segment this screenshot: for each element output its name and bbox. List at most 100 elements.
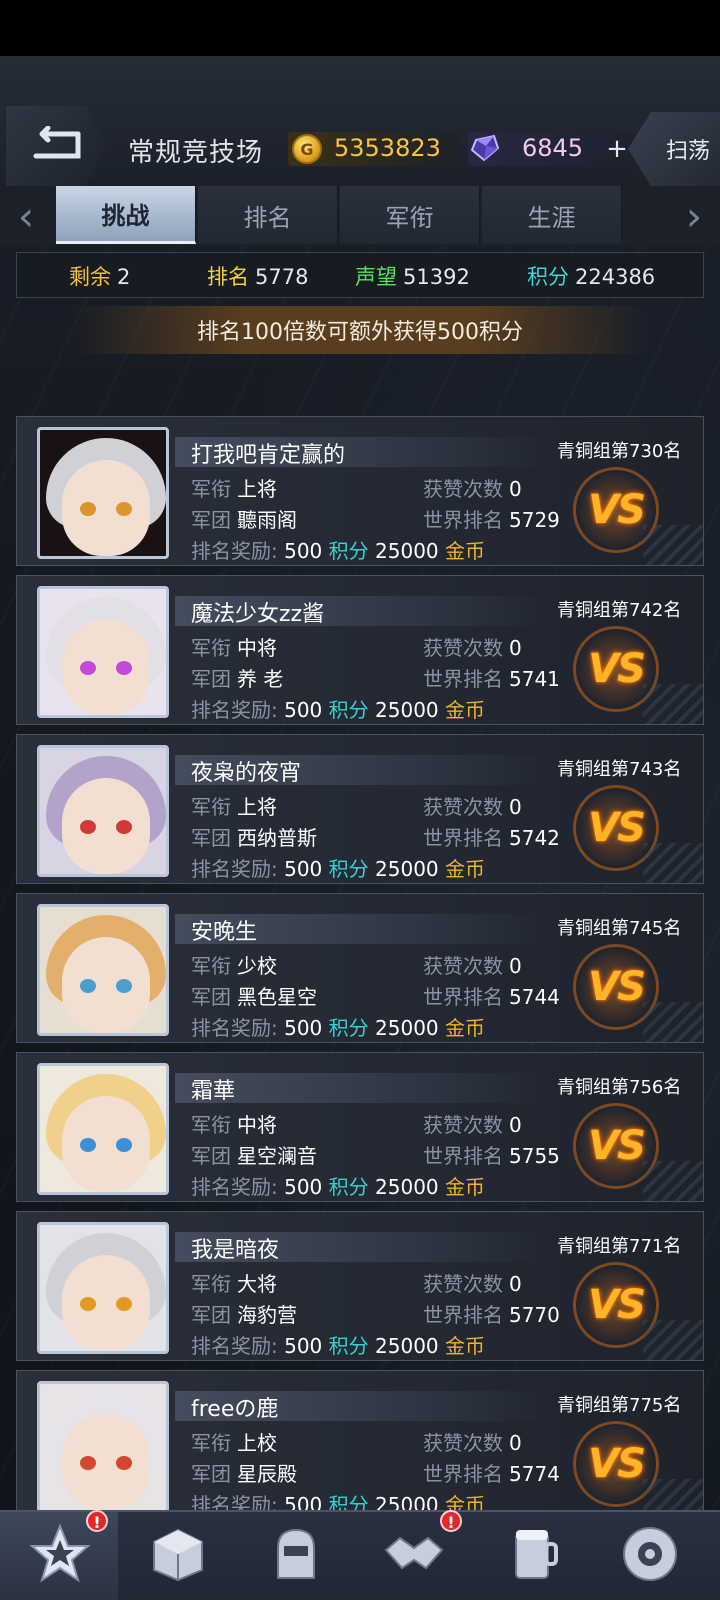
bar-icon bbox=[500, 1522, 564, 1586]
opponent-card[interactable]: 魔法少女zz酱 青铜组第742名 军衔 中将 军团养 老 获赞次数 0 世界排名 57… bbox=[16, 575, 704, 725]
reward-points-value: 500 bbox=[284, 1175, 323, 1199]
gem-value: 6845 bbox=[522, 134, 584, 162]
world-rank-value: 5741 bbox=[509, 667, 560, 691]
rank-title-value: 中将 bbox=[237, 1113, 277, 1137]
nav-shop[interactable]: 商城 bbox=[590, 1512, 708, 1600]
nav-base[interactable]: ! 基地 bbox=[0, 1510, 118, 1600]
nav-base-label: 基地 bbox=[0, 1596, 118, 1600]
rank-title-label: 军衔 bbox=[191, 636, 231, 660]
reward-label: 排名奖励: bbox=[191, 1493, 278, 1510]
reward-gold-value: 25000 bbox=[375, 1175, 439, 1199]
vs-label: VS bbox=[588, 964, 646, 1010]
reward-label: 排名奖励: bbox=[191, 1016, 278, 1040]
avatar[interactable] bbox=[37, 1222, 169, 1354]
vs-button[interactable]: VS bbox=[573, 1262, 659, 1348]
nav-warehouse[interactable]: 仓库 bbox=[118, 1512, 236, 1600]
rank-title-row: 军衔 上将 bbox=[191, 791, 277, 820]
likes-value: 0 bbox=[509, 954, 522, 978]
opponent-card[interactable]: 安晚生 青铜组第745名 军衔 少校 军团 黑色星空 获赞次数 0 世界排名 5744 … bbox=[16, 893, 704, 1043]
opponent-card[interactable]: 霜華 青铜组第756名 军衔 中将 军团 星空澜音 获赞次数 0 世界排名 5755 排… bbox=[16, 1052, 704, 1202]
rank-title-row: 军衔 中将 bbox=[191, 632, 277, 661]
vs-button[interactable]: VS bbox=[573, 944, 659, 1030]
world-rank-label: 世界排名 bbox=[423, 508, 503, 532]
avatar[interactable] bbox=[37, 745, 169, 877]
avatar-eye bbox=[80, 1456, 96, 1470]
tab-ranking[interactable]: 排名 bbox=[198, 186, 338, 244]
avatar[interactable] bbox=[37, 427, 169, 559]
likes-row: 获赞次数 0 bbox=[423, 1427, 522, 1456]
vs-button[interactable]: VS bbox=[573, 467, 659, 553]
opponent-name: 打我吧肯定赢的 bbox=[191, 443, 346, 468]
rank-title-label: 军衔 bbox=[191, 1431, 231, 1455]
bottom-nav: ! 基地 仓库 编队 ! 社交 吧台 bbox=[0, 1510, 720, 1600]
opponent-card[interactable]: freeの鹿 青铜组第775名 军衔 上校 军团 星辰殿 获赞次数 0 世界排名 577… bbox=[16, 1370, 704, 1510]
stats-bar: 剩余 2 排名 5778 声望 51392 积分 224386 bbox=[16, 252, 704, 298]
opponent-card[interactable]: 夜枭的夜宵 青铜组第743名 军衔 上将 军团 西纳普斯 获赞次数 0 世界排名 574… bbox=[16, 734, 704, 884]
nav-social[interactable]: ! 社交 bbox=[354, 1510, 472, 1600]
reward-label: 排名奖励: bbox=[191, 1334, 278, 1358]
legion-value: 星空澜音 bbox=[237, 1144, 317, 1168]
nav-social-label: 社交 bbox=[354, 1596, 472, 1600]
add-gems-button[interactable]: + bbox=[604, 136, 630, 162]
vs-label: VS bbox=[588, 1123, 646, 1169]
vs-button[interactable]: VS bbox=[573, 1421, 659, 1507]
reward-points-value: 500 bbox=[284, 857, 323, 881]
world-rank-label: 世界排名 bbox=[423, 985, 503, 1009]
vs-label: VS bbox=[588, 487, 646, 533]
base-icon bbox=[28, 1522, 92, 1586]
reward-gold-value: 25000 bbox=[375, 1334, 439, 1358]
avatar[interactable] bbox=[37, 1063, 169, 1195]
reward-row: 排名奖励: 500 积分 25000 金币 bbox=[191, 1489, 485, 1510]
base-alert-badge: ! bbox=[86, 1510, 108, 1532]
avatar-eye bbox=[116, 979, 132, 993]
opponent-name: 夜枭的夜宵 bbox=[191, 761, 302, 786]
gold-unit: 金币 bbox=[445, 1016, 485, 1040]
opponent-name: freeの鹿 bbox=[191, 1397, 279, 1422]
prestige-value: 51392 bbox=[403, 265, 470, 289]
world-rank-row: 世界排名 5729 bbox=[423, 504, 560, 533]
points-unit: 积分 bbox=[328, 698, 369, 722]
tab-challenge[interactable]: 挑战 bbox=[56, 186, 196, 244]
vs-button[interactable]: VS bbox=[573, 785, 659, 871]
reward-label: 排名奖励: bbox=[191, 539, 278, 563]
legion-value: 星辰殿 bbox=[237, 1462, 297, 1486]
nav-bar[interactable]: 吧台 bbox=[472, 1512, 590, 1600]
gold-unit: 金币 bbox=[445, 1493, 485, 1510]
world-rank-label: 世界排名 bbox=[423, 1462, 503, 1486]
reward-gold-value: 25000 bbox=[375, 698, 439, 722]
tab-next-icon[interactable]: › bbox=[672, 192, 716, 242]
reward-points-value: 500 bbox=[284, 539, 323, 563]
tab-military-rank[interactable]: 军衔 bbox=[340, 186, 480, 244]
vs-button[interactable]: VS bbox=[573, 626, 659, 712]
likes-row: 获赞次数 0 bbox=[423, 1109, 522, 1138]
arena-screen: 常规竞技场 G 5353823 6845 + 扫荡 ‹ 挑战 排名 军衔 生涯 … bbox=[0, 56, 720, 1600]
tab-prev-icon[interactable]: ‹ bbox=[4, 192, 48, 242]
rank-title-value: 少校 bbox=[237, 954, 277, 978]
back-button[interactable] bbox=[6, 106, 106, 186]
tab-career[interactable]: 生涯 bbox=[482, 186, 622, 244]
rank-title-label: 军衔 bbox=[191, 1272, 231, 1296]
opponent-list[interactable]: 打我吧肯定赢的 青铜组第730名 军衔 上将 军团 聽雨阁 获赞次数 0 世界排名 57… bbox=[0, 362, 720, 1510]
group-rank: 青铜组第742名 bbox=[557, 600, 682, 621]
legion-label: 军团 bbox=[191, 1144, 231, 1168]
world-rank-label: 世界排名 bbox=[423, 667, 503, 691]
social-alert-badge: ! bbox=[440, 1510, 462, 1532]
world-rank-label: 世界排名 bbox=[423, 826, 503, 850]
avatar-eye bbox=[80, 979, 96, 993]
nav-formation[interactable]: 编队 bbox=[236, 1512, 354, 1600]
opponent-card[interactable]: 我是暗夜 青铜组第771名 军衔 大将 军团 海豹营 获赞次数 0 世界排名 5770 … bbox=[16, 1211, 704, 1361]
rank-label: 排名 bbox=[207, 265, 249, 289]
likes-label: 获赞次数 bbox=[423, 477, 503, 501]
opponent-card[interactable]: 打我吧肯定赢的 青铜组第730名 军衔 上将 军团 聽雨阁 获赞次数 0 世界排名 57… bbox=[16, 416, 704, 566]
legion-row: 军团 海豹营 bbox=[191, 1299, 297, 1328]
avatar[interactable] bbox=[37, 1381, 169, 1510]
rank-title-label: 军衔 bbox=[191, 795, 231, 819]
reward-label: 排名奖励: bbox=[191, 1175, 278, 1199]
likes-row: 获赞次数 0 bbox=[423, 1268, 522, 1297]
likes-value: 0 bbox=[509, 1272, 522, 1296]
vs-button[interactable]: VS bbox=[573, 1103, 659, 1189]
avatar[interactable] bbox=[37, 586, 169, 718]
remaining-label: 剩余 bbox=[69, 265, 111, 289]
avatar[interactable] bbox=[37, 904, 169, 1036]
stat-points: 积分 224386 bbox=[527, 261, 655, 291]
